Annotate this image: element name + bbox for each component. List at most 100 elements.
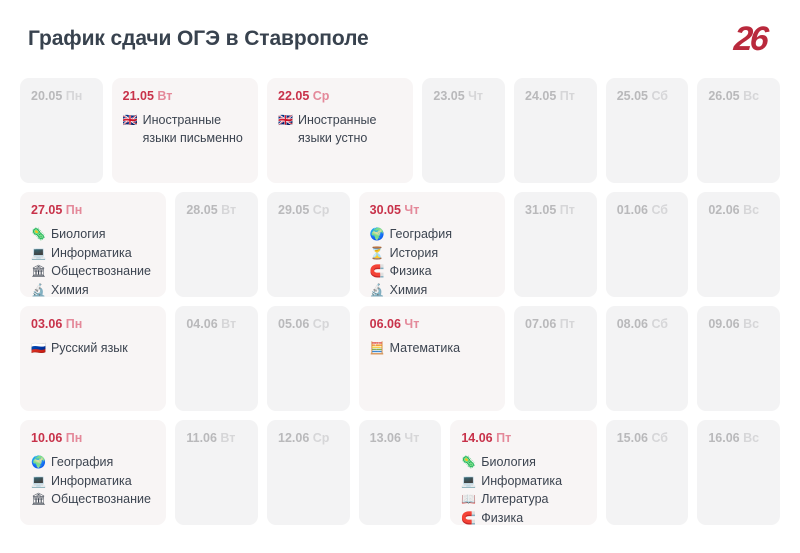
calendar-day-cell[interactable]: 07.06 Пт (514, 306, 597, 411)
calendar-day-cell[interactable]: 14.06 Пт 🦠 Биология 💻 Информатика 📖 Литература… (450, 420, 597, 525)
day-date: 14.06 (461, 431, 493, 445)
day-header: 26.05 Вс (708, 89, 769, 104)
day-header: 27.05 Пн (31, 203, 155, 218)
microscope-icon: 🔬 (369, 283, 385, 297)
subject-item[interactable]: 💻 Информатика (31, 473, 155, 491)
subject-label: Физика (389, 264, 432, 279)
laptop-icon: 💻 (461, 473, 477, 488)
day-of-week: Вс (739, 431, 760, 445)
calendar-day-cell[interactable]: 05.06 Ср (267, 306, 350, 411)
subject-item[interactable]: 🧲 Физика (461, 510, 585, 525)
calendar-day-cell[interactable]: 31.05 Пт (514, 192, 597, 297)
day-date: 04.06 (186, 317, 218, 331)
day-date: 03.06 (31, 317, 63, 331)
subject-label: Биология (481, 454, 536, 469)
open-book-icon: 📖 (461, 492, 477, 507)
calendar-day-cell[interactable]: 16.06 Вс (697, 420, 780, 525)
calendar-day-cell[interactable]: 30.05 Чт 🌍 География ⏳ История 🧲 Физика 🔬 Химия (358, 192, 506, 297)
page-header: График сдачи ОГЭ в Ставрополе 26 (20, 0, 780, 78)
day-header: 05.06 Ср (278, 317, 339, 332)
subject-item[interactable]: 🏛 Обществознание (31, 491, 155, 509)
calendar-day-cell[interactable]: 26.05 Вс (697, 78, 780, 183)
subject-item[interactable]: 🇬🇧 Иностранные языки устно (278, 112, 402, 148)
abacus-icon: 🧮 (369, 340, 385, 355)
subject-item[interactable]: 🇷🇺 Русский язык (31, 340, 155, 358)
day-date: 16.06 (708, 431, 740, 445)
calendar-day-cell[interactable]: 15.06 Сб (605, 420, 689, 525)
day-of-week: Вс (739, 203, 760, 217)
calendar-day-cell[interactable]: 03.06 Пн 🇷🇺 Русский язык (20, 306, 167, 411)
calendar-day-cell[interactable]: 20.05 Пн (20, 78, 103, 183)
subject-item[interactable]: 📖 Литература (461, 491, 585, 509)
calendar-day-cell[interactable]: 28.05 Вт (175, 192, 259, 297)
day-of-week: Пн (62, 89, 83, 103)
subject-label: Химия (50, 283, 89, 297)
day-of-week: Сб (647, 203, 669, 217)
day-header: 14.06 Пт (461, 431, 585, 446)
day-date: 07.06 (525, 317, 557, 331)
day-header: 29.05 Ср (278, 203, 339, 218)
calendar-day-cell[interactable]: 21.05 Вт 🇬🇧 Иностранные языки письменно (111, 78, 259, 183)
calendar-day-cell[interactable]: 11.06 Вт (175, 420, 259, 525)
calendar-week-row: 10.06 Пн 🌍 География 💻 Информатика 🏛 Обществоз… (20, 420, 780, 525)
subject-item[interactable]: 🏛 Обществознание (31, 263, 155, 281)
subject-label: Русский язык (50, 340, 128, 355)
subject-item[interactable]: 🇬🇧 Иностранные языки письменно (123, 112, 247, 148)
calendar-day-cell[interactable]: 10.06 Пн 🌍 География 💻 Информатика 🏛 Обществоз… (20, 420, 167, 525)
page-root: График сдачи ОГЭ в Ставрополе 26 20.05 П… (0, 0, 800, 553)
subject-label: Литература (481, 492, 549, 507)
day-date: 02.06 (708, 203, 740, 217)
calendar-day-cell[interactable]: 06.06 Чт 🧮 Математика (358, 306, 506, 411)
subject-item[interactable]: 🔬 Химия (31, 282, 155, 297)
subject-item[interactable]: 🌍 География (31, 454, 155, 472)
calendar-day-cell[interactable]: 24.05 Пт (514, 78, 597, 183)
day-of-week: Пн (62, 317, 83, 331)
uk-flag-icon: 🇬🇧 (278, 112, 293, 127)
calendar-day-cell[interactable]: 25.05 Сб (605, 78, 689, 183)
day-date: 10.06 (31, 431, 63, 445)
day-of-week: Чт (400, 431, 420, 445)
subject-label: Обществознание (51, 492, 151, 507)
day-header: 07.06 Пт (525, 317, 586, 332)
classical-building-icon: 🏛 (31, 492, 47, 507)
calendar-day-cell[interactable]: 23.05 Чт (422, 78, 506, 183)
day-date: 27.05 (31, 203, 63, 217)
day-date: 25.05 (616, 89, 648, 103)
day-of-week: Чт (464, 89, 484, 103)
subject-item[interactable]: 🧮 Математика (370, 340, 494, 358)
day-of-week: Пт (556, 203, 575, 217)
day-date: 30.05 (369, 203, 401, 217)
subject-label: Математика (389, 340, 461, 355)
day-header: 30.05 Чт (369, 203, 494, 218)
day-header: 12.06 Ср (278, 431, 339, 446)
calendar-day-cell[interactable]: 08.06 Сб (605, 306, 689, 411)
magnet-icon: 🧲 (369, 264, 385, 279)
uk-flag-icon: 🇬🇧 (122, 112, 138, 127)
globe-icon: 🌍 (31, 454, 46, 469)
calendar-day-cell[interactable]: 01.06 Сб (605, 192, 689, 297)
subject-item[interactable]: 🧲 Физика (370, 263, 494, 281)
calendar-week-row: 20.05 Пн 21.05 Вт 🇬🇧 Иностранные языки пись… (20, 78, 780, 183)
day-header: 23.05 Чт (433, 89, 494, 104)
day-of-week: Вс (739, 89, 760, 103)
calendar-day-cell[interactable]: 09.06 Вс (697, 306, 780, 411)
calendar-day-cell[interactable]: 12.06 Ср (267, 420, 350, 525)
calendar-day-cell[interactable]: 27.05 Пн 🦠 Биология 💻 Информатика 🏛 Обществозн… (20, 192, 167, 297)
calendar-day-cell[interactable]: 02.06 Вс (697, 192, 780, 297)
subject-item[interactable]: 🌍 География (370, 226, 494, 244)
subject-item[interactable]: 🦠 Биология (461, 454, 585, 472)
globe-icon: 🌍 (369, 226, 385, 241)
subject-item[interactable]: 💻 Информатика (31, 245, 155, 263)
calendar-day-cell[interactable]: 13.06 Чт (358, 420, 442, 525)
calendar-day-cell[interactable]: 29.05 Ср (267, 192, 350, 297)
subject-item[interactable]: 💻 Информатика (461, 473, 585, 491)
calendar-day-cell[interactable]: 22.05 Ср 🇬🇧 Иностранные языки устно (267, 78, 414, 183)
subject-label: Иностранные языки устно (297, 112, 377, 145)
day-of-week: Пт (556, 89, 575, 103)
day-date: 15.06 (616, 431, 648, 445)
subject-item[interactable]: ⏳ История (370, 245, 494, 263)
subject-item[interactable]: 🔬 Химия (370, 282, 494, 297)
day-of-week: Ср (309, 317, 330, 331)
calendar-day-cell[interactable]: 04.06 Вт (175, 306, 259, 411)
subject-item[interactable]: 🦠 Биология (31, 226, 155, 244)
